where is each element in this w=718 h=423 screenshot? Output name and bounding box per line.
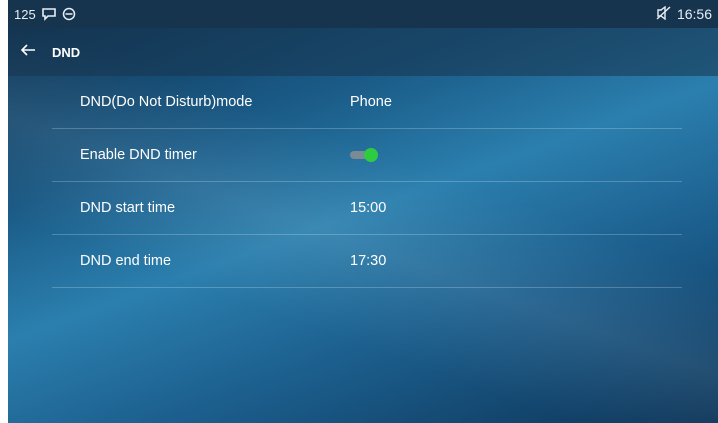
dnd-end-label: DND end time	[80, 253, 172, 269]
dnd-start-label: DND start time	[80, 200, 176, 216]
dnd-end-row[interactable]: DND end time 17:30	[52, 235, 682, 288]
dnd-start-value: 15:00	[350, 200, 387, 216]
extension-number: 125	[14, 6, 36, 22]
back-arrow-icon	[20, 43, 36, 61]
dnd-timer-label: Enable DND timer	[80, 147, 197, 163]
dnd-mode-row[interactable]: DND(Do Not Disturb)mode Phone	[52, 76, 682, 129]
mute-icon	[656, 5, 671, 23]
dnd-end-value: 17:30	[350, 253, 387, 269]
back-button[interactable]	[8, 28, 48, 76]
dnd-mode-value: Phone	[350, 94, 392, 110]
voicemail-icon	[41, 7, 56, 21]
toggle-knob	[364, 148, 378, 162]
phone-screen: 125 16:56 DND DND(Do Not Disturb)mode Ph…	[8, 0, 718, 423]
clock-time: 16:56	[676, 6, 712, 22]
page-title: DND	[52, 44, 81, 60]
status-bar: 125 16:56	[8, 0, 718, 28]
dnd-start-row[interactable]: DND start time 15:00	[52, 182, 682, 235]
title-bar: DND	[8, 28, 718, 76]
dnd-circle-icon	[62, 7, 76, 21]
dnd-mode-label: DND(Do Not Disturb)mode	[80, 94, 253, 110]
dnd-timer-row[interactable]: Enable DND timer	[52, 129, 682, 182]
settings-list: DND(Do Not Disturb)mode Phone Enable DND…	[52, 76, 682, 288]
dnd-timer-toggle[interactable]	[350, 148, 380, 162]
